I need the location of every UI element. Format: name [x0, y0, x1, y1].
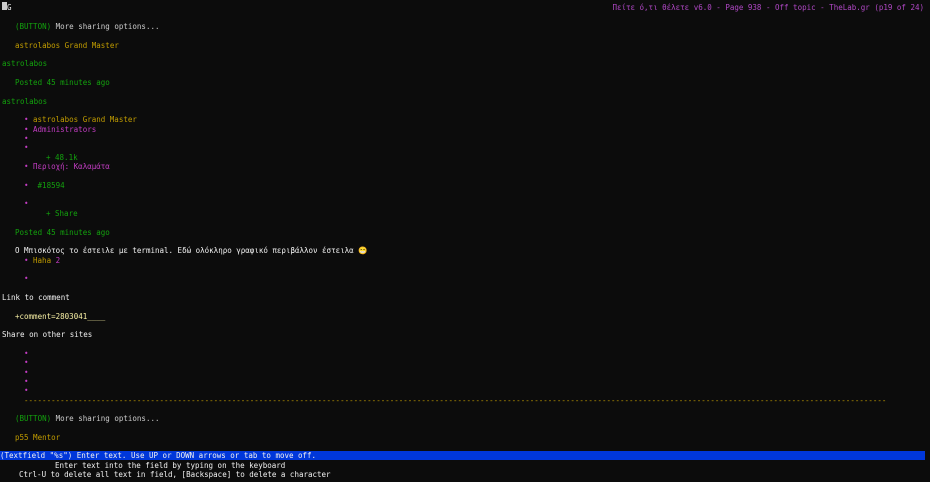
terminal-screen: G Πείτε ό,τι θέλετε v6.0 - Page 938 - Of…	[0, 0, 930, 482]
bullet-icon: •	[24, 349, 29, 358]
profile-region-item: • Περιοχή: Καλαμάτα	[24, 162, 110, 171]
bullet-icon: •	[24, 134, 29, 143]
reaction-label: Haha	[33, 256, 52, 265]
bullet-icon: •	[24, 386, 29, 395]
bullet-icon: •	[24, 377, 29, 386]
share-link[interactable]: + Share	[46, 209, 78, 218]
bullet-icon: •	[24, 181, 29, 190]
post-id-item: • #18594	[24, 181, 65, 190]
cursor-label: G	[7, 3, 12, 12]
status-bar: (Textfield "%s") Enter text. Use UP or D…	[0, 451, 925, 460]
profile-group-item: • Administrators	[24, 125, 96, 134]
help-line-keys: Ctrl-U to delete all text in field, [Bac…	[19, 470, 331, 479]
next-author-rank: p55 Mentor	[15, 433, 61, 442]
more-sharing-options-button-1[interactable]: (BUTTON) More sharing options...	[15, 22, 160, 31]
posted-time-link[interactable]: Posted 45 minutes ago	[15, 78, 110, 87]
share-on-other-sites: Share on other sites	[2, 330, 93, 339]
author-rank: astrolabos Grand Master	[15, 41, 119, 50]
profile-rank[interactable]: astrolabos Grand Master	[33, 115, 137, 124]
profile-region: Περιοχή: Καλαμάτα	[33, 162, 110, 171]
bullet-icon: •	[24, 274, 29, 283]
bullet-icon: •	[24, 368, 29, 377]
link-to-comment[interactable]: Link to comment	[2, 293, 70, 302]
bullet-icon: •	[24, 358, 29, 367]
bullet-icon: •	[24, 125, 29, 134]
author-link-2[interactable]: astrolabos	[2, 97, 47, 106]
profile-group: Administrators	[33, 125, 97, 134]
comment-link-field[interactable]: +comment=2803041____	[15, 312, 105, 321]
button-label: More sharing options...	[51, 414, 160, 423]
button-tag: (BUTTON)	[15, 22, 52, 31]
help-line-typing: Enter text into the field by typing on t…	[55, 461, 286, 470]
more-sharing-options-button-2[interactable]: (BUTTON) More sharing options...	[15, 414, 160, 423]
bullet-icon: •	[24, 199, 29, 208]
bullet-icon: •	[24, 162, 29, 171]
reputation-link[interactable]: + 48.1k	[46, 153, 78, 162]
author-link[interactable]: astrolabos	[2, 59, 47, 68]
bullet-icon: •	[24, 143, 29, 152]
button-label: More sharing options...	[51, 22, 160, 31]
posted-time-link-2[interactable]: Posted 45 minutes ago	[15, 228, 110, 237]
bullet-icon: •	[24, 256, 29, 265]
post-content: Ο Μπισκότος το έστειλε με terminal. Εδώ …	[15, 246, 368, 255]
button-tag: (BUTTON)	[15, 414, 52, 423]
bullet-icon: •	[24, 115, 29, 124]
page-title: Πείτε ό,τι θέλετε v6.0 - Page 938 - Off …	[612, 3, 924, 12]
profile-rank-item: • astrolabos Grand Master	[24, 115, 137, 124]
post-id-link[interactable]: #18594	[38, 181, 65, 190]
reaction-count: 2	[55, 256, 61, 265]
reaction-item[interactable]: • Haha 2	[24, 256, 60, 265]
divider-rule: ----------------------------------------…	[24, 396, 886, 405]
